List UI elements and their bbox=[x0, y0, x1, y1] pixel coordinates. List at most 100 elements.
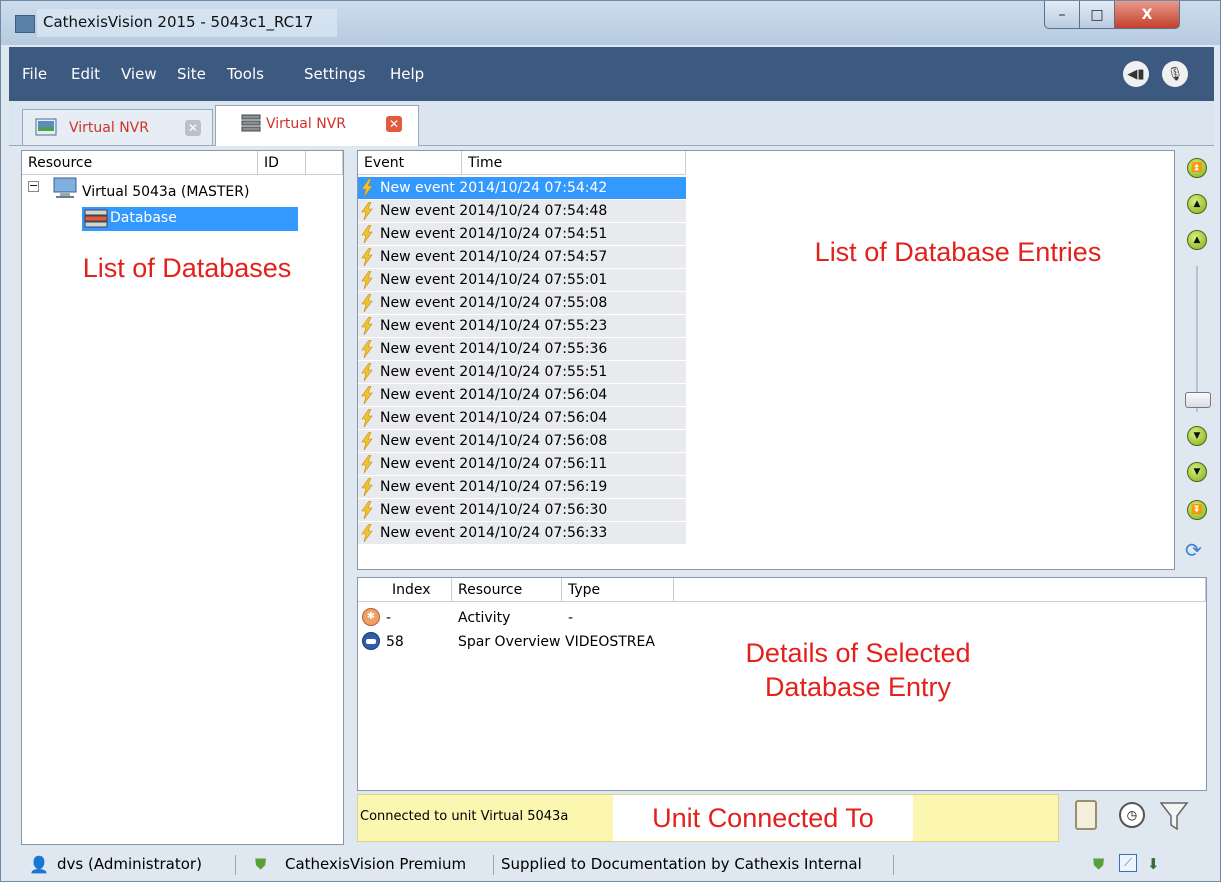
license-shield-icon: ⛊ bbox=[255, 855, 267, 873]
title-bar[interactable]: CathexisVision 2015 - 5043c1_RC17 – □ X bbox=[1, 1, 1220, 45]
lightning-icon bbox=[361, 386, 373, 404]
event-row[interactable]: New event 2014/10/24 07:54:42 bbox=[358, 177, 686, 199]
menu-site[interactable]: Site bbox=[177, 65, 206, 83]
event-row-text: New event 2014/10/24 07:54:51 bbox=[380, 226, 608, 242]
tab-virtual-nvr-1[interactable]: Virtual NVR ✕ bbox=[22, 109, 213, 145]
lightning-icon bbox=[361, 294, 373, 312]
computer-icon bbox=[53, 177, 77, 198]
lightning-icon bbox=[361, 455, 373, 473]
event-row[interactable]: New event 2014/10/24 07:56:08 bbox=[358, 430, 686, 452]
column-header-resource[interactable]: Resource bbox=[452, 578, 562, 602]
supplied-label: Supplied to Documentation by Cathexis In… bbox=[501, 855, 862, 873]
tree-item-label: Database bbox=[110, 210, 177, 226]
detail-type: - bbox=[568, 610, 574, 626]
lightning-icon bbox=[361, 248, 373, 266]
event-row[interactable]: New event 2014/10/24 07:56:33 bbox=[358, 522, 686, 544]
column-header-id[interactable]: ID bbox=[258, 151, 306, 175]
security-status-icon[interactable]: ⛊ bbox=[1093, 855, 1104, 873]
column-header-filler bbox=[674, 578, 1206, 602]
window-title: CathexisVision 2015 - 5043c1_RC17 bbox=[43, 13, 314, 31]
tab-close-icon[interactable]: ✕ bbox=[185, 120, 201, 136]
tab-close-icon[interactable]: ✕ bbox=[386, 116, 402, 132]
event-row[interactable]: New event 2014/10/24 07:56:04 bbox=[358, 407, 686, 429]
column-header-index[interactable]: Index bbox=[358, 578, 452, 602]
event-row[interactable]: New event 2014/10/24 07:54:57 bbox=[358, 246, 686, 268]
scroll-slider-track[interactable] bbox=[1196, 266, 1198, 412]
last-page-icon[interactable]: ⏬ bbox=[1187, 500, 1207, 520]
event-row-text: New event 2014/10/24 07:55:01 bbox=[380, 272, 608, 288]
scroll-down-icon[interactable]: ▼ bbox=[1187, 426, 1207, 446]
annotation-background: Unit Connected To bbox=[613, 795, 913, 841]
first-page-icon[interactable]: ⏫ bbox=[1187, 158, 1207, 178]
event-row[interactable]: New event 2014/10/24 07:54:48 bbox=[358, 200, 686, 222]
column-header-event[interactable]: Event bbox=[358, 151, 462, 175]
tab-virtual-nvr-2[interactable]: Virtual NVR ✕ bbox=[215, 105, 419, 146]
menu-view[interactable]: View bbox=[121, 65, 157, 83]
column-header-type[interactable]: Type bbox=[562, 578, 674, 602]
annotation-list-of-entries: List of Database Entries bbox=[814, 237, 1102, 267]
connection-status-text: Connected to unit Virtual 5043a bbox=[360, 809, 569, 824]
minimize-button[interactable]: – bbox=[1044, 1, 1080, 29]
connection-status-bar: Connected to unit Virtual 5043a Unit Con… bbox=[357, 794, 1059, 842]
close-button[interactable]: X bbox=[1114, 1, 1180, 29]
event-row[interactable]: New event 2014/10/24 07:55:51 bbox=[358, 361, 686, 383]
event-row[interactable]: New event 2014/10/24 07:55:23 bbox=[358, 315, 686, 337]
event-row[interactable]: New event 2014/10/24 07:56:30 bbox=[358, 499, 686, 521]
page-down-icon[interactable]: ▼ bbox=[1187, 462, 1207, 482]
event-row-text: New event 2014/10/24 07:54:57 bbox=[380, 249, 608, 265]
event-row-text: New event 2014/10/24 07:55:23 bbox=[380, 318, 608, 334]
resource-tree-panel: Resource ID − Virtual 5043a (MASTER) Dat… bbox=[21, 150, 344, 845]
scroll-up-icon[interactable]: ▲ bbox=[1187, 230, 1207, 250]
clock-icon[interactable]: ◷ bbox=[1119, 802, 1145, 828]
event-row[interactable]: New event 2014/10/24 07:55:01 bbox=[358, 269, 686, 291]
app-icon bbox=[15, 15, 35, 33]
maximize-button[interactable]: □ bbox=[1079, 1, 1115, 29]
archive-icon[interactable] bbox=[1075, 800, 1097, 830]
menu-help[interactable]: Help bbox=[390, 65, 424, 83]
event-row-text: New event 2014/10/24 07:55:36 bbox=[380, 341, 608, 357]
collapse-toggle-icon[interactable]: − bbox=[28, 180, 39, 192]
menu-file[interactable]: File bbox=[22, 65, 47, 83]
page-up-icon[interactable]: ▲ bbox=[1187, 194, 1207, 214]
download-icon[interactable]: ⬇ bbox=[1147, 855, 1160, 873]
event-row[interactable]: New event 2014/10/24 07:56:19 bbox=[358, 476, 686, 498]
event-row-text: New event 2014/10/24 07:56:04 bbox=[380, 387, 608, 403]
lightning-icon bbox=[361, 524, 373, 542]
event-row-text: New event 2014/10/24 07:56:19 bbox=[380, 479, 608, 495]
lightning-icon bbox=[361, 271, 373, 289]
event-row[interactable]: New event 2014/10/24 07:55:08 bbox=[358, 292, 686, 314]
column-header-time[interactable]: Time bbox=[462, 151, 686, 175]
lightning-icon bbox=[361, 317, 373, 335]
menu-settings[interactable]: Settings bbox=[304, 65, 366, 83]
filter-icon[interactable] bbox=[1159, 800, 1189, 832]
event-row-text: New event 2014/10/24 07:54:48 bbox=[380, 203, 608, 219]
tree-item-virtual-5043a[interactable]: Virtual 5043a (MASTER) bbox=[82, 184, 249, 200]
event-row[interactable]: New event 2014/10/24 07:56:04 bbox=[358, 384, 686, 406]
annotation-unit-connected: Unit Connected To bbox=[652, 803, 874, 833]
tab-label: Virtual NVR bbox=[266, 116, 346, 132]
camera-icon bbox=[362, 632, 380, 650]
column-header-resource[interactable]: Resource bbox=[22, 151, 258, 175]
microphone-icon[interactable]: 🎙 bbox=[1162, 61, 1188, 87]
performance-icon[interactable]: ⟋ bbox=[1119, 854, 1137, 872]
tab-label: Virtual NVR bbox=[69, 120, 149, 136]
lightning-icon bbox=[361, 179, 373, 197]
minimize-icon: – bbox=[1058, 6, 1066, 23]
application-window: CathexisVision 2015 - 5043c1_RC17 – □ X … bbox=[0, 0, 1221, 882]
event-row-text: New event 2014/10/24 07:56:11 bbox=[380, 456, 608, 472]
divider bbox=[893, 855, 894, 875]
event-row[interactable]: New event 2014/10/24 07:56:11 bbox=[358, 453, 686, 475]
refresh-icon[interactable]: ⟳ bbox=[1185, 538, 1202, 562]
menu-bar: File Edit View Site Tools Settings Help … bbox=[9, 47, 1214, 101]
lightning-icon bbox=[361, 432, 373, 450]
column-header-filler bbox=[306, 151, 343, 175]
event-row[interactable]: New event 2014/10/24 07:54:51 bbox=[358, 223, 686, 245]
speaker-icon[interactable]: ◀▮ bbox=[1123, 61, 1149, 87]
event-row[interactable]: New event 2014/10/24 07:55:36 bbox=[358, 338, 686, 360]
menu-edit[interactable]: Edit bbox=[71, 65, 100, 83]
tree-item-database[interactable]: Database bbox=[82, 207, 298, 231]
menu-tools[interactable]: Tools bbox=[227, 65, 264, 83]
event-row-text: New event 2014/10/24 07:56:08 bbox=[380, 433, 608, 449]
close-icon: X bbox=[1141, 6, 1153, 23]
scroll-slider-handle[interactable] bbox=[1185, 392, 1211, 408]
